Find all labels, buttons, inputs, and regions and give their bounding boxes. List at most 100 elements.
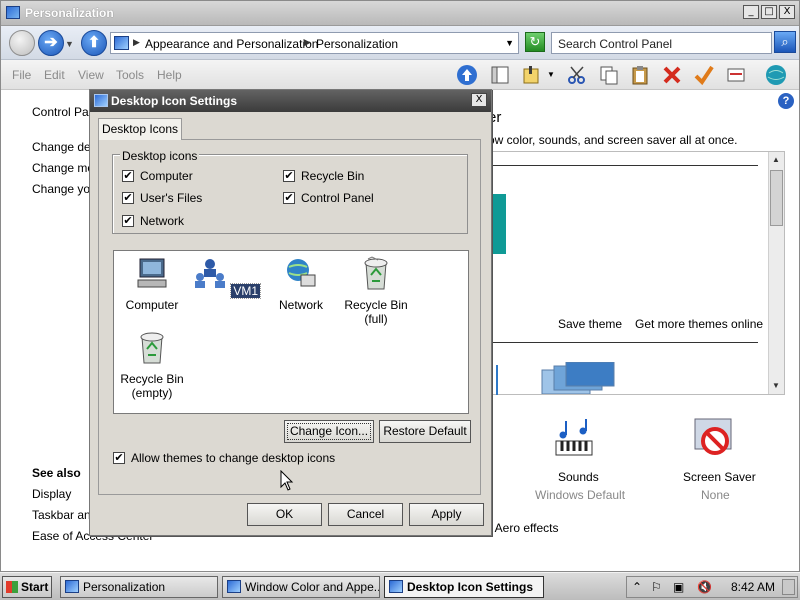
get-more-themes-link[interactable]: Get more themes online: [635, 317, 763, 331]
control-panel-home-link[interactable]: Control Pan: [32, 105, 95, 119]
user-folder-icon: [194, 259, 225, 288]
screen-saver-label[interactable]: Screen Saver: [683, 470, 756, 484]
help-icon[interactable]: ?: [778, 93, 794, 109]
desktop-icon-settings-dialog: Desktop Icon Settings X Desktop Icons De…: [89, 89, 492, 536]
history-dropdown-icon[interactable]: ▼: [65, 39, 74, 49]
task-window-color[interactable]: Window Color and Appe...: [222, 576, 380, 598]
icon-recycle-bin-full[interactable]: Recycle Bin (full): [336, 255, 416, 326]
paste-icon[interactable]: [629, 64, 651, 86]
screen-saver-icon[interactable]: [691, 415, 739, 463]
delete-icon[interactable]: [661, 64, 683, 86]
checkbox-users-files[interactable]: ✔ User's Files: [122, 191, 202, 205]
breadcrumb-caret-icon[interactable]: ▶: [133, 37, 140, 48]
copy-icon[interactable]: [598, 64, 620, 86]
cut-icon[interactable]: [566, 64, 588, 86]
cancel-button[interactable]: Cancel: [328, 503, 403, 526]
apply-button[interactable]: Apply: [409, 503, 484, 526]
show-hidden-icons-icon[interactable]: ⌃: [632, 580, 642, 594]
checkbox-network[interactable]: ✔ Network: [122, 214, 184, 228]
task-personalization[interactable]: Personalization: [60, 576, 218, 598]
checkbox-control-panel[interactable]: ✔ Control Panel: [283, 191, 374, 205]
address-bar[interactable]: ▶ Appearance and Personalization ▶ Perso…: [110, 32, 519, 54]
checkbox-box[interactable]: ✔: [283, 192, 295, 204]
close-button[interactable]: X: [779, 5, 795, 19]
windows-logo-icon: [6, 581, 18, 593]
breadcrumb-personalization[interactable]: Personalization: [316, 37, 398, 51]
checkbox-allow-themes[interactable]: ✔ Allow themes to change desktop icons: [113, 451, 335, 465]
taskbar: Start Personalization Window Color and A…: [0, 572, 800, 600]
window-titlebar[interactable]: Personalization _ □ X: [1, 1, 799, 26]
checkmark-icon[interactable]: [693, 64, 715, 86]
scroll-thumb[interactable]: [770, 170, 783, 226]
sounds-icon[interactable]: [552, 415, 600, 463]
clock[interactable]: 8:42 AM: [731, 580, 775, 594]
display-link[interactable]: Display: [32, 487, 71, 501]
globe-icon[interactable]: [765, 64, 787, 86]
save-theme-link[interactable]: Save theme: [558, 317, 622, 331]
views-dropdown-icon[interactable]: ▼: [547, 70, 555, 79]
checkbox-box[interactable]: ✔: [122, 170, 134, 182]
forward-button[interactable]: ➔: [38, 30, 64, 56]
page-description: ow color, sounds, and screen saver all a…: [488, 133, 738, 147]
minimize-button[interactable]: _: [743, 5, 759, 19]
change-icon-button[interactable]: Change Icon...: [284, 420, 374, 443]
search-icon[interactable]: ⌕: [774, 31, 796, 53]
up-folder-icon[interactable]: [456, 64, 478, 86]
checkbox-box[interactable]: ✔: [122, 192, 134, 204]
icon-recycle-bin-empty[interactable]: Recycle Bin (empty): [112, 329, 192, 400]
address-dropdown-icon[interactable]: ▼: [505, 38, 514, 48]
checkbox-computer[interactable]: ✔ Computer: [122, 169, 193, 183]
folders-pane-icon[interactable]: [489, 64, 511, 86]
action-center-flag-icon[interactable]: ⚐: [651, 580, 662, 594]
search-input[interactable]: Search Control Panel: [551, 32, 772, 54]
themes-scrollbar[interactable]: ▲ ▼: [768, 152, 784, 394]
icon-network[interactable]: Network: [261, 255, 341, 312]
menu-edit[interactable]: Edit: [44, 68, 65, 82]
menu-file[interactable]: File: [12, 68, 31, 82]
menu-view[interactable]: View: [78, 68, 104, 82]
maximize-button[interactable]: □: [761, 5, 777, 19]
task-desktop-icon-settings[interactable]: Desktop Icon Settings: [384, 576, 544, 598]
breadcrumb-appearance[interactable]: Appearance and Personalization: [145, 37, 318, 51]
dialog-titlebar[interactable]: Desktop Icon Settings X: [90, 90, 491, 112]
control-panel-icon: [227, 580, 241, 593]
task-label: Personalization: [83, 580, 166, 594]
scroll-down-icon[interactable]: ▼: [772, 381, 780, 390]
volume-muted-icon[interactable]: 🔇: [697, 580, 712, 594]
taskbar-link[interactable]: Taskbar and: [32, 508, 97, 522]
icon-vm1[interactable]: VM1: [186, 255, 266, 299]
search-placeholder: Search Control Panel: [558, 37, 673, 51]
checkbox-box[interactable]: ✔: [283, 170, 295, 182]
theme-thumbnail-icon[interactable]: [538, 362, 618, 394]
checkbox-recycle-bin[interactable]: ✔ Recycle Bin: [283, 169, 364, 183]
dialog-close-button[interactable]: X: [471, 93, 487, 107]
views-icon[interactable]: [521, 64, 543, 86]
back-button[interactable]: [9, 30, 35, 56]
desktop-icon-list[interactable]: Computer VM1 Network Recycle Bin (full) …: [113, 250, 469, 414]
refresh-button[interactable]: ↻: [525, 32, 545, 52]
control-panel-icon: [65, 580, 79, 593]
ok-button[interactable]: OK: [247, 503, 322, 526]
menu-help[interactable]: Help: [157, 68, 182, 82]
theme-thumb-edge: [496, 365, 498, 395]
scroll-up-icon[interactable]: ▲: [772, 155, 780, 164]
control-panel-icon: [389, 580, 403, 593]
change-desktop-icons-link[interactable]: Change des: [32, 140, 97, 154]
properties-icon[interactable]: [725, 64, 747, 86]
themes-divider: [482, 165, 758, 166]
menu-tools[interactable]: Tools: [116, 68, 144, 82]
aero-effects-link[interactable]: r Aero effects: [488, 521, 558, 535]
breadcrumb-caret-icon[interactable]: ▶: [304, 37, 311, 48]
up-button[interactable]: ⬆: [81, 30, 107, 56]
restore-default-button[interactable]: Restore Default: [379, 420, 471, 443]
network-tray-icon[interactable]: ▣: [673, 580, 684, 594]
change-account-picture-link[interactable]: Change you: [32, 182, 97, 196]
icon-label: VM1: [230, 283, 262, 299]
checkbox-box[interactable]: ✔: [113, 452, 125, 464]
sounds-label[interactable]: Sounds: [558, 470, 599, 484]
checkbox-box[interactable]: ✔: [122, 215, 134, 227]
tab-desktop-icons[interactable]: Desktop Icons: [98, 118, 182, 140]
start-button[interactable]: Start: [2, 576, 52, 598]
icon-computer[interactable]: Computer: [112, 255, 192, 312]
show-desktop-button[interactable]: [782, 579, 795, 595]
